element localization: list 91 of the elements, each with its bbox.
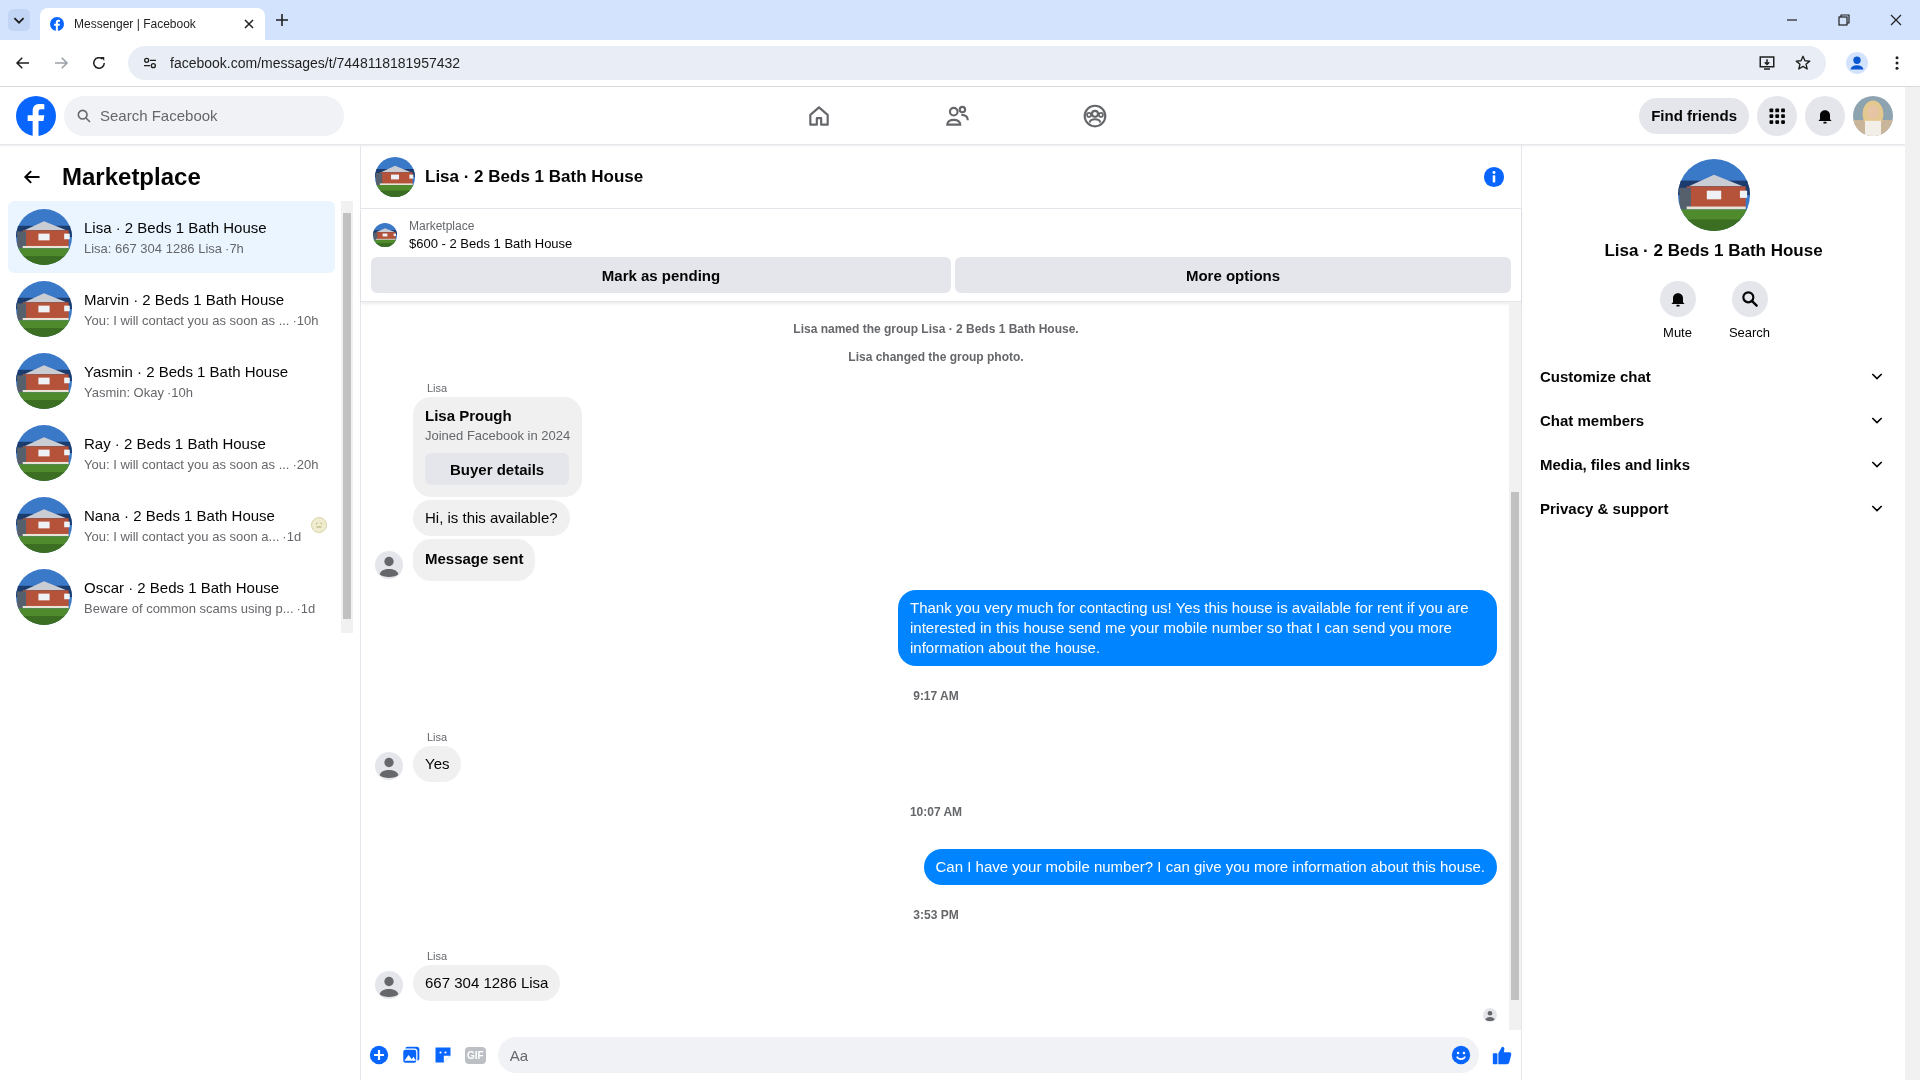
conversation-item[interactable]: Oscar · 2 Beds 1 Bath House Beware of common scams using p... ·1d — [8, 561, 335, 633]
browser-tab[interactable]: Messenger | Facebook — [40, 8, 265, 40]
section-header[interactable]: Privacy & support — [1522, 486, 1905, 530]
back-icon[interactable] — [14, 54, 32, 72]
conversation-item[interactable]: Ray · 2 Beds 1 Bath House You: I will contact you as soon as ... ·20h — [8, 417, 335, 489]
profile-name: Lisa Prough — [425, 407, 513, 424]
system-message: Lisa named the group Lisa · 2 Beds 1 Bath House. — [792, 322, 1080, 336]
site-settings-icon[interactable] — [142, 55, 158, 71]
find-friends-button[interactable]: Find friends — [1639, 97, 1749, 134]
conversation-item[interactable]: Lisa · 2 Beds 1 Bath House Lisa: 667 304 1286 Lisa ·7h — [8, 201, 335, 273]
thumbs-up-icon[interactable] — [1491, 1044, 1513, 1066]
chat-name: Lisa · 2 Beds 1 Bath House — [1604, 241, 1823, 261]
tab-title: Messenger | Facebook — [74, 17, 196, 31]
timestamp: ·1d — [282, 528, 302, 544]
restore-icon[interactable] — [1838, 14, 1850, 26]
action-label: Search — [1728, 325, 1771, 340]
message-bubble: 667 304 1286 Lisa — [413, 965, 561, 1001]
message-bubble: Can I have your mobile number? I can give you more information about this house. — [923, 849, 1497, 885]
timestamp: 3:53 PM — [912, 908, 960, 922]
profile-detail: Joined Facebook in 2024 — [425, 428, 571, 443]
facebook-logo-icon[interactable] — [16, 95, 56, 136]
scrollbar[interactable] — [341, 201, 353, 633]
sticker-icon[interactable] — [433, 1045, 453, 1065]
timestamp: ·10h — [166, 384, 193, 400]
conversation-name: Lisa · 2 Beds 1 Bath House — [84, 218, 268, 236]
chat-title: Lisa · 2 Beds 1 Bath House — [425, 166, 644, 187]
conversation-name: Yasmin · 2 Beds 1 Bath House — [84, 362, 289, 380]
info-icon[interactable] — [1483, 165, 1505, 188]
sender-name: Lisa — [427, 382, 449, 394]
message-preview: You: I will contact you as soon a... — [84, 528, 280, 544]
search-field[interactable]: Search Facebook — [64, 95, 344, 136]
conversation-item[interactable]: Nana · 2 Beds 1 Bath House You: I will contact you as soon a... ·1d — [8, 489, 335, 561]
mute-button[interactable] — [1659, 281, 1696, 317]
conversation-name: Marvin · 2 Beds 1 Bath House — [84, 290, 286, 308]
conversation-name: Nana · 2 Beds 1 Bath House — [84, 506, 276, 524]
groups-icon[interactable] — [1082, 102, 1108, 129]
conversation-name: Ray · 2 Beds 1 Bath House — [84, 434, 267, 452]
search-icon — [76, 107, 92, 124]
close-icon[interactable] — [243, 18, 255, 30]
timestamp: ·7h — [225, 240, 244, 256]
notifications-button[interactable] — [1805, 95, 1845, 136]
timestamp: 9:17 AM — [912, 689, 960, 703]
photo-icon[interactable] — [401, 1045, 421, 1065]
scrollbar[interactable] — [1509, 302, 1521, 1030]
conversation-name: Oscar · 2 Beds 1 Bath House — [84, 578, 281, 596]
section-header[interactable]: Media, files and links — [1522, 442, 1905, 486]
timestamp: ·10h — [292, 312, 319, 328]
close-icon[interactable] — [1890, 14, 1902, 26]
message-preview: Yasmin: Okay — [84, 384, 164, 400]
message-bubble: Thank you very much for contacting us! Yes this house is available for rent if you are interested in this house send me your mobile number so that I can send you more information about the house. — [898, 590, 1497, 666]
message-bubble: Yes — [413, 746, 462, 782]
timestamp: ·20h — [292, 456, 319, 472]
conversation-item[interactable]: Marvin · 2 Beds 1 Bath House You: I will contact you as soon as ... ·10h — [8, 273, 335, 345]
sidebar-title: Marketplace — [62, 163, 201, 191]
reload-icon[interactable] — [90, 54, 108, 72]
section-header[interactable]: Customize chat — [1522, 354, 1905, 398]
listing-label: Marketplace — [409, 219, 476, 233]
message-preview: You: I will contact you as soon as ... — [84, 312, 290, 328]
url-text: facebook.com/messages/t/7448118181957432 — [170, 55, 461, 71]
address-bar[interactable]: facebook.com/messages/t/7448118181957432 — [128, 46, 1826, 80]
install-app-icon[interactable] — [1758, 54, 1776, 72]
message-input[interactable]: Aa — [497, 1037, 1479, 1073]
scrollbar[interactable] — [1905, 87, 1920, 1080]
buyer-details-button[interactable]: Buyer details — [425, 453, 570, 485]
profile-icon[interactable] — [1846, 52, 1868, 74]
section-header[interactable]: Chat members — [1522, 398, 1905, 442]
facebook-logo-icon — [50, 17, 64, 31]
action-label: Mute — [1663, 325, 1692, 340]
tab-list-icon[interactable] — [8, 9, 30, 31]
emoji-icon[interactable] — [1451, 1045, 1471, 1065]
message-preview: Beware of common scams using p... — [84, 600, 294, 616]
new-tab-icon[interactable] — [275, 13, 289, 27]
action-button[interactable]: More options — [955, 257, 1511, 293]
search-button[interactable] — [1731, 281, 1768, 317]
forward-icon[interactable] — [52, 54, 70, 72]
plus-icon[interactable] — [369, 1045, 389, 1065]
search-icon — [1739, 289, 1760, 309]
timestamp: ·1d — [296, 600, 316, 616]
timestamp: 10:07 AM — [908, 805, 964, 819]
message-preview: Lisa: 667 304 1286 Lisa — [84, 240, 223, 256]
listing-title: $600 - 2 Beds 1 Bath House — [409, 236, 573, 251]
conversation-item[interactable]: Yasmin · 2 Beds 1 Bath House Yasmin: Okay ·10h — [8, 345, 335, 417]
menu-button[interactable] — [1757, 95, 1797, 136]
message-preview: You: I will contact you as soon as ... — [84, 456, 290, 472]
message-bubble: Message sent — [413, 539, 536, 581]
sender-name: Lisa — [427, 731, 449, 743]
message-bubble: Hi, is this available? — [413, 500, 570, 536]
bookmark-star-icon[interactable] — [1794, 54, 1812, 72]
sender-name: Lisa — [427, 950, 449, 962]
action-button[interactable]: Mark as pending — [371, 257, 951, 293]
system-message: Lisa changed the group photo. — [847, 350, 1025, 364]
